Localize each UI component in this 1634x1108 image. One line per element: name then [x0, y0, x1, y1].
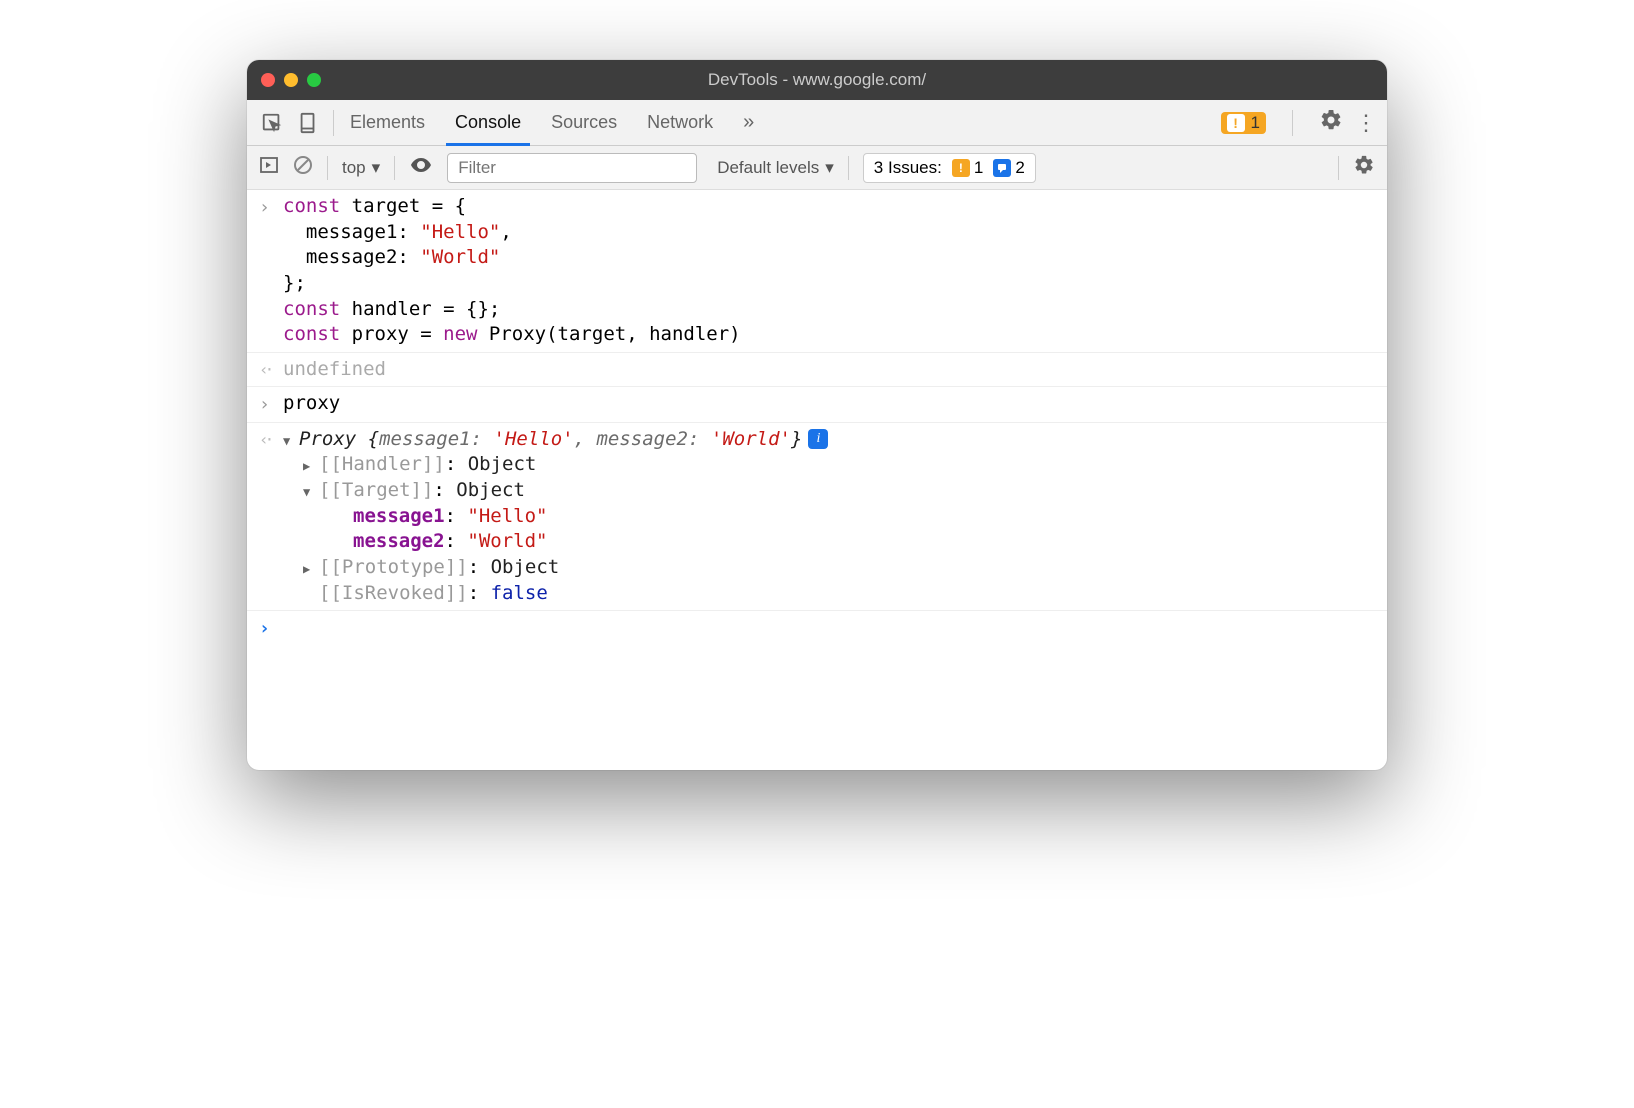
main-tabbar: Elements Console Sources Network » ! 1 ⋮ — [247, 100, 1387, 146]
expand-arrow-icon[interactable] — [303, 452, 319, 478]
console-input-code: proxy — [283, 391, 1375, 417]
issues-label: 3 Issues: — [874, 158, 942, 178]
window-title: DevTools - www.google.com/ — [247, 70, 1387, 90]
object-property[interactable]: [[Target]]: Object — [303, 478, 1375, 504]
expand-arrow-icon[interactable] — [303, 555, 319, 581]
kebab-menu-icon[interactable]: ⋮ — [1355, 112, 1377, 134]
issues-info-count: 2 — [1015, 158, 1024, 178]
titlebar: DevTools - www.google.com/ — [247, 60, 1387, 100]
devtools-window: DevTools - www.google.com/ Elements Cons… — [247, 60, 1387, 770]
minimize-icon[interactable] — [284, 73, 298, 87]
device-toggle-icon[interactable] — [297, 112, 319, 134]
prompt-icon — [259, 615, 283, 641]
output-indicator-icon — [259, 357, 283, 381]
object-property[interactable]: message1: "Hello" — [329, 504, 1375, 530]
object-header[interactable]: Proxy {message1: 'Hello', message2: 'Wor… — [283, 427, 1375, 453]
input-prompt-icon — [259, 391, 283, 417]
close-icon[interactable] — [261, 73, 275, 87]
issues-warn-count: 1 — [974, 158, 983, 178]
console-input-code: const target = { message1: "Hello", mess… — [283, 194, 1375, 348]
object-property[interactable]: [[IsRevoked]]: false — [303, 581, 1375, 607]
filter-input[interactable] — [447, 153, 697, 183]
warning-count: 1 — [1251, 113, 1260, 133]
inspect-icon[interactable] — [261, 112, 283, 134]
object-tree: Proxy {message1: 'Hello', message2: 'Wor… — [283, 427, 1375, 606]
object-property[interactable]: [[Handler]]: Object — [303, 452, 1375, 478]
tab-console[interactable]: Console — [455, 100, 521, 145]
console-settings-icon[interactable] — [1353, 154, 1375, 181]
info-icon[interactable]: i — [808, 429, 828, 449]
console-prompt-row[interactable] — [247, 610, 1387, 645]
console-output-row: undefined — [247, 353, 1387, 388]
output-indicator-icon — [259, 427, 283, 451]
console-input-row: const target = { message1: "Hello", mess… — [247, 190, 1387, 353]
traffic-lights — [261, 73, 321, 87]
log-levels[interactable]: Default levels ▾ — [717, 158, 834, 178]
console-output-row: Proxy {message1: 'Hello', message2: 'Wor… — [247, 423, 1387, 610]
expand-arrow-icon[interactable] — [283, 427, 299, 453]
sidebar-toggle-icon[interactable] — [259, 155, 279, 180]
console-toolbar: top ▾ Default levels ▾ 3 Issues: ! 1 2 — [247, 146, 1387, 190]
maximize-icon[interactable] — [307, 73, 321, 87]
object-property[interactable]: [[Prototype]]: Object — [303, 555, 1375, 581]
warning-icon: ! — [1227, 114, 1245, 132]
console-output-undefined: undefined — [283, 357, 1375, 383]
console-body: const target = { message1: "Hello", mess… — [247, 190, 1387, 770]
clear-console-icon[interactable] — [293, 155, 313, 180]
tab-elements[interactable]: Elements — [350, 100, 425, 145]
tab-network[interactable]: Network — [647, 100, 713, 145]
chevron-down-icon: ▾ — [372, 158, 381, 178]
expand-arrow-icon[interactable] — [303, 478, 319, 504]
eye-icon[interactable] — [409, 153, 433, 182]
warnings-badge[interactable]: ! 1 — [1221, 112, 1266, 134]
tab-more[interactable]: » — [743, 100, 754, 145]
tab-sources[interactable]: Sources — [551, 100, 617, 145]
object-property[interactable]: message2: "World" — [329, 529, 1375, 555]
console-input-row: proxy — [247, 387, 1387, 422]
input-prompt-icon — [259, 194, 283, 220]
warning-icon: ! — [952, 159, 970, 177]
chevron-down-icon: ▾ — [825, 158, 834, 178]
info-icon — [993, 159, 1011, 177]
context-selector[interactable]: top ▾ — [342, 158, 380, 178]
issues-box[interactable]: 3 Issues: ! 1 2 — [863, 153, 1036, 183]
settings-icon[interactable] — [1319, 108, 1343, 137]
